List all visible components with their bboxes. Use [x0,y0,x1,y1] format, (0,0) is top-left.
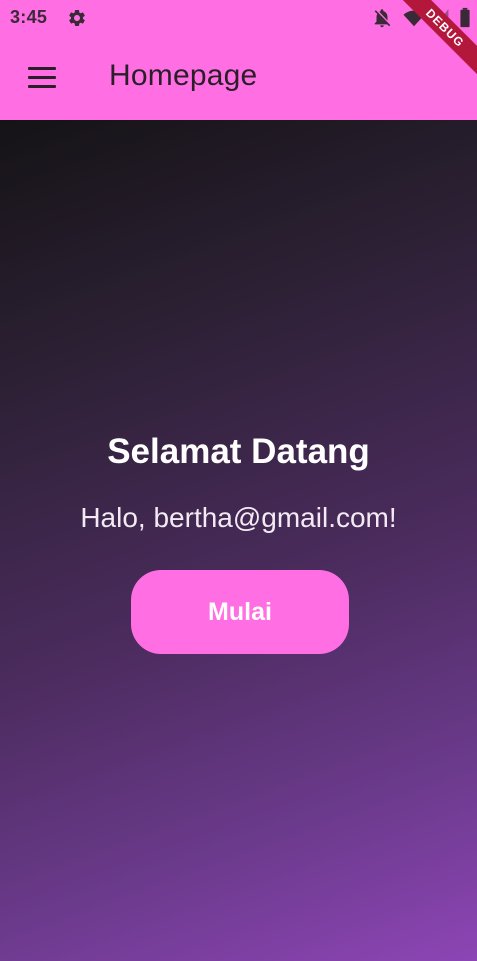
menu-button[interactable] [16,56,68,100]
main-content: Selamat Datang Halo, bertha@gmail.com! M… [0,120,477,961]
app-screen: 3:45 Homepage DEBUG Selamat Datang Halo,… [0,0,477,961]
top-region: 3:45 Homepage DEBUG [0,0,477,120]
page-title: Homepage [109,59,258,92]
notifications-off-icon [374,9,391,28]
welcome-title: Selamat Datang [107,432,370,471]
gear-icon [69,9,85,26]
status-bar: 3:45 [0,0,477,36]
greeting-text: Halo, bertha@gmail.com! [80,502,397,533]
battery-icon [460,7,470,28]
app-bar: Homepage [0,36,477,120]
status-time: 3:45 [10,7,48,27]
start-button[interactable]: Mulai [131,570,349,654]
